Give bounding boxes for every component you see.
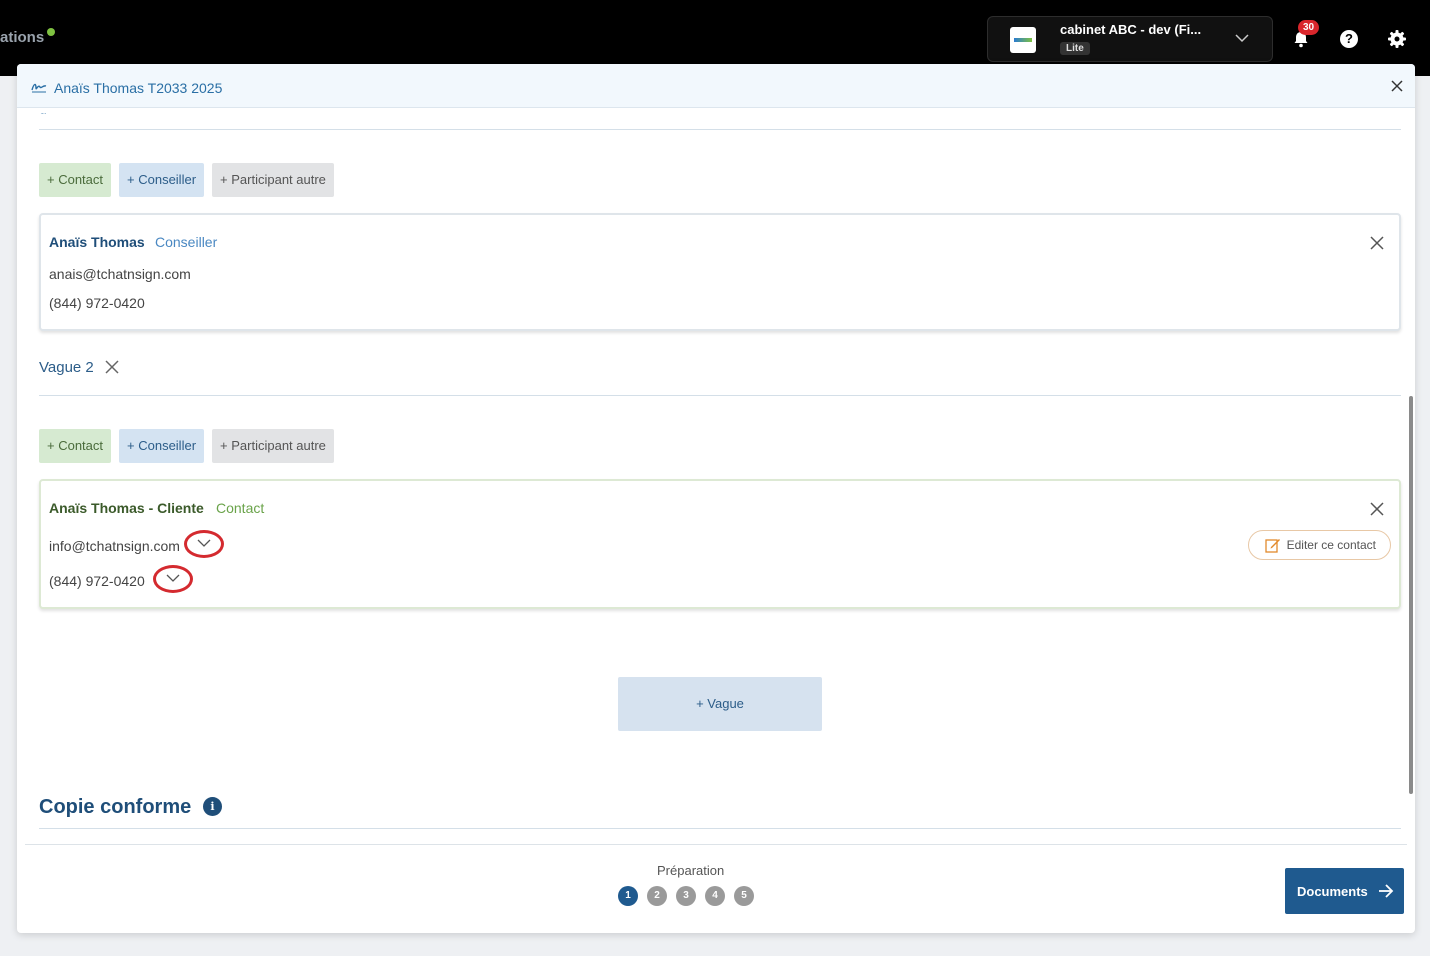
app-name[interactable]: ations <box>0 29 44 46</box>
step-3[interactable]: 3 <box>676 886 696 906</box>
add-other-participant-button[interactable]: + Participant autre <box>212 163 334 197</box>
organization-name: cabinet ABC - dev (Fi... <box>1060 22 1202 37</box>
participant-card-contact: Anaïs Thomas - Cliente Contact info@tcha… <box>39 479 1401 609</box>
info-icon[interactable]: i <box>203 797 222 816</box>
arrow-right-icon <box>1378 884 1394 898</box>
step-5[interactable]: 5 <box>734 886 754 906</box>
participant-role: Contact <box>216 500 265 516</box>
chevron-down-icon[interactable] <box>1234 30 1250 46</box>
phone-dropdown-toggle[interactable] <box>153 565 193 593</box>
add-contact-button[interactable]: + Contact <box>39 163 112 197</box>
next-button-label: Documents <box>1297 883 1368 899</box>
wave-1-add-buttons: + Contact + Conseiller + Participant aut… <box>39 163 334 197</box>
participant-name: Anaïs Thomas - Cliente <box>49 500 204 516</box>
edit-icon <box>1264 539 1280 553</box>
scrollbar[interactable] <box>1409 396 1413 794</box>
chevron-down-icon <box>197 539 211 547</box>
organization-logo <box>1010 27 1036 53</box>
step-indicator: 1 2 3 4 5 <box>618 886 754 906</box>
wave-1-label: g <box>39 108 79 114</box>
participant-email: anais@tchatnsign.com <box>49 266 191 282</box>
add-advisor-button[interactable]: + Conseiller <box>119 429 205 463</box>
wave-2-label: Vague 2 <box>39 359 94 376</box>
signature-icon <box>31 83 47 93</box>
status-dot <box>47 28 55 36</box>
carbon-copy-heading: Copie conforme <box>39 796 192 818</box>
divider <box>39 395 1401 396</box>
participant-phone: (844) 972-0420 <box>49 295 145 311</box>
step-1[interactable]: 1 <box>618 886 638 906</box>
participant-role: Conseiller <box>155 234 218 250</box>
edit-contact-label: Editer ce contact <box>1286 538 1376 552</box>
chevron-down-icon <box>166 574 180 582</box>
participant-card-advisor: Anaïs Thomas Conseiller anais@tchatnsign… <box>39 213 1401 331</box>
step-2[interactable]: 2 <box>647 886 667 906</box>
remove-participant-icon[interactable] <box>1369 501 1385 517</box>
close-icon[interactable] <box>1391 80 1403 92</box>
next-documents-button[interactable]: Documents <box>1285 868 1404 914</box>
participant-name: Anaïs Thomas <box>49 234 145 250</box>
organization-selector[interactable]: cabinet ABC - dev (Fi... Lite <box>987 16 1273 62</box>
plan-badge: Lite <box>1060 42 1090 55</box>
add-advisor-button[interactable]: + Conseiller <box>119 163 205 197</box>
gear-icon[interactable] <box>1387 29 1407 49</box>
add-wave-button[interactable]: + Vague <box>618 677 822 731</box>
modal-body: g + Contact + Conseiller + Participant a… <box>17 108 1415 844</box>
email-dropdown-toggle[interactable] <box>184 530 224 558</box>
modal-header: Anaïs Thomas T2033 2025 <box>17 64 1415 108</box>
add-contact-button[interactable]: + Contact <box>39 429 112 463</box>
participant-phone: (844) 972-0420 <box>49 573 145 589</box>
participant-email: info@tchatnsign.com <box>49 538 180 554</box>
remove-wave-icon[interactable] <box>104 359 120 375</box>
step-4[interactable]: 4 <box>705 886 725 906</box>
add-other-participant-button[interactable]: + Participant autre <box>212 429 334 463</box>
wave-2-add-buttons: + Contact + Conseiller + Participant aut… <box>39 429 334 463</box>
notification-count-badge: 30 <box>1298 20 1320 35</box>
divider <box>39 129 1401 130</box>
signature-modal: Anaïs Thomas T2033 2025 g + Contact + Co… <box>17 64 1415 933</box>
help-icon[interactable]: ? <box>1340 30 1358 48</box>
modal-footer: Préparation 1 2 3 4 5 Documents <box>25 844 1407 933</box>
modal-title: Anaïs Thomas T2033 2025 <box>54 80 223 96</box>
edit-contact-button[interactable]: Editer ce contact <box>1247 530 1391 560</box>
remove-participant-icon[interactable] <box>1369 235 1385 251</box>
current-step-label: Préparation <box>657 863 725 878</box>
divider <box>39 828 1401 829</box>
